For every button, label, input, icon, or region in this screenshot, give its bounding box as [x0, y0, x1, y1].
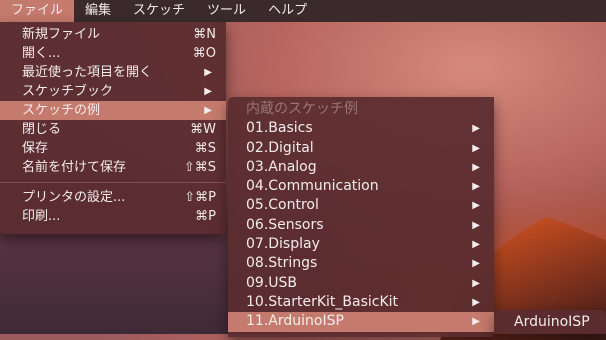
- menu-sketch[interactable]: スケッチ: [122, 0, 196, 22]
- menu-item-page-setup[interactable]: プリンタの設定... ⇧⌘P: [0, 188, 226, 207]
- examples-item-digital[interactable]: 02.Digital ▶: [228, 139, 494, 158]
- menu-item-label: 06.Sensors: [246, 216, 324, 233]
- shortcut-label: ⌘O: [192, 46, 216, 61]
- submenu-arrow-icon: ▶: [472, 296, 480, 308]
- examples-submenu: 内蔵のスケッチ例 01.Basics ▶ 02.Digital ▶ 03.Ana…: [228, 97, 494, 337]
- menu-item-label: プリンタの設定...: [22, 190, 126, 205]
- examples-item-arduinoisp[interactable]: 11.ArduinoISP ▶: [228, 312, 494, 332]
- menu-item-label: スケッチブック: [22, 84, 114, 99]
- submenu-arrow-icon: ▶: [472, 258, 480, 270]
- menu-item-label: 07.Display: [246, 236, 320, 253]
- shortcut-label: ⌘P: [195, 209, 216, 224]
- submenu-arrow-icon: ▶: [204, 67, 212, 78]
- menu-item-label: 05.Control: [246, 197, 319, 214]
- menu-item-label: 09.USB: [246, 274, 298, 291]
- menu-item-label: 閉じる: [22, 122, 62, 137]
- menu-item-label: 11.ArduinoISP: [246, 313, 344, 330]
- examples-item-display[interactable]: 07.Display ▶: [228, 235, 494, 254]
- examples-item-communication[interactable]: 04.Communication ▶: [228, 177, 494, 196]
- menu-item-label: 02.Digital: [246, 139, 314, 156]
- menu-help[interactable]: ヘルプ: [257, 0, 318, 22]
- submenu-arrow-icon: ▶: [472, 142, 480, 154]
- menu-item-label: スケッチの例: [22, 103, 101, 118]
- submenu-arrow-icon: ▶: [472, 123, 480, 135]
- examples-item-basics[interactable]: 01.Basics ▶: [228, 119, 494, 138]
- menu-item-save-as[interactable]: 名前を付けて保存 ⇧⌘S: [0, 158, 226, 177]
- shortcut-label: ⇧⌘P: [184, 190, 216, 205]
- menu-item-label: ArduinoISP: [514, 314, 590, 330]
- menu-edit[interactable]: 編集: [74, 0, 122, 22]
- examples-header: 内蔵のスケッチ例: [228, 100, 494, 119]
- menu-item-arduinoisp-sketch[interactable]: ArduinoISP: [494, 310, 606, 334]
- submenu-arrow-icon: ▶: [472, 181, 480, 193]
- submenu-arrow-icon: ▶: [472, 219, 480, 231]
- menu-item-label: 10.StarterKit_BasicKit: [246, 293, 399, 310]
- arduinoisp-submenu: ArduinoISP: [494, 310, 606, 334]
- menu-item-label: 最近使った項目を開く: [22, 65, 153, 80]
- menu-bar: ファイル 編集 スケッチ ツール ヘルプ: [0, 0, 606, 22]
- shortcut-label: ⇧⌘S: [183, 160, 216, 175]
- shortcut-label: ⌘W: [190, 122, 216, 137]
- menu-item-open-recent[interactable]: 最近使った項目を開く ▶: [0, 63, 226, 82]
- submenu-arrow-icon: ▶: [472, 277, 480, 289]
- menu-file[interactable]: ファイル: [0, 0, 75, 22]
- menu-item-open[interactable]: 開く... ⌘O: [0, 44, 226, 63]
- examples-item-starterkit[interactable]: 10.StarterKit_BasicKit ▶: [228, 293, 494, 312]
- menu-separator: [0, 182, 226, 183]
- submenu-arrow-icon: ▶: [472, 239, 480, 251]
- menu-item-print[interactable]: 印刷... ⌘P: [0, 207, 226, 226]
- menu-item-new[interactable]: 新規ファイル ⌘N: [0, 25, 226, 44]
- examples-item-strings[interactable]: 08.Strings ▶: [228, 254, 494, 273]
- submenu-arrow-icon: ▶: [472, 200, 480, 212]
- menu-item-save[interactable]: 保存 ⌘S: [0, 139, 226, 158]
- menu-item-label: 03.Analog: [246, 158, 317, 175]
- submenu-arrow-icon: ▶: [204, 105, 212, 116]
- submenu-arrow-icon: ▶: [472, 161, 480, 173]
- examples-item-control[interactable]: 05.Control ▶: [228, 196, 494, 215]
- menu-item-sketchbook[interactable]: スケッチブック ▶: [0, 82, 226, 101]
- examples-item-usb[interactable]: 09.USB ▶: [228, 274, 494, 293]
- menu-item-label: 印刷...: [22, 209, 61, 224]
- menu-item-label: 開く...: [22, 46, 61, 61]
- examples-item-sensors[interactable]: 06.Sensors ▶: [228, 216, 494, 235]
- shortcut-label: ⌘N: [193, 27, 216, 42]
- menu-item-label: 名前を付けて保存: [22, 160, 127, 175]
- menu-item-label: 01.Basics: [246, 120, 313, 137]
- menu-item-examples[interactable]: スケッチの例 ▶: [0, 101, 226, 120]
- menu-item-label: 保存: [22, 141, 49, 156]
- menu-tools[interactable]: ツール: [196, 0, 257, 22]
- menu-item-label: 08.Strings: [246, 255, 318, 272]
- submenu-arrow-icon: ▶: [204, 86, 212, 97]
- file-menu: 新規ファイル ⌘N 開く... ⌘O 最近使った項目を開く ▶ スケッチブック …: [0, 22, 226, 234]
- menu-item-close[interactable]: 閉じる ⌘W: [0, 120, 226, 139]
- shortcut-label: ⌘S: [194, 141, 216, 156]
- section-header-label: 内蔵のスケッチ例: [246, 101, 358, 117]
- examples-item-analog[interactable]: 03.Analog ▶: [228, 158, 494, 177]
- menu-item-label: 04.Communication: [246, 178, 379, 195]
- menu-item-label: 新規ファイル: [22, 27, 101, 42]
- submenu-arrow-icon: ▶: [472, 316, 480, 328]
